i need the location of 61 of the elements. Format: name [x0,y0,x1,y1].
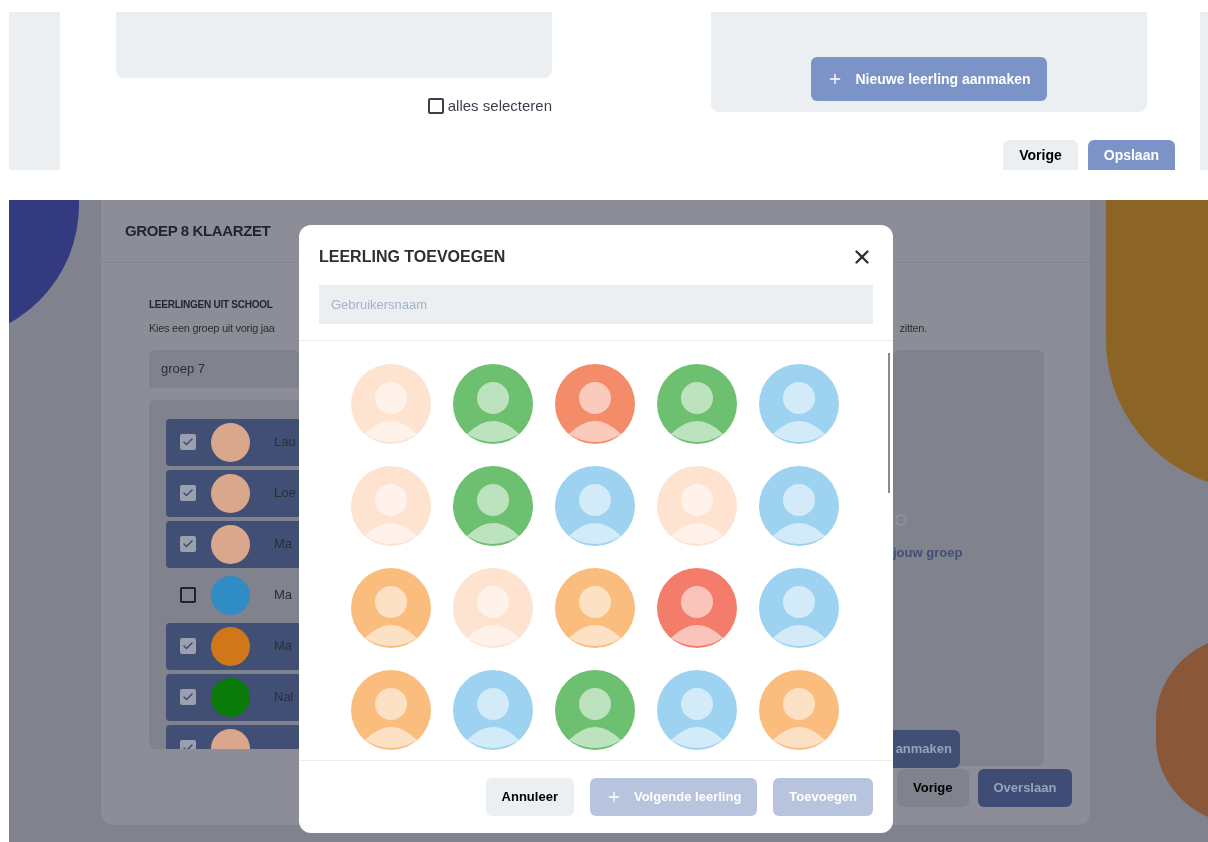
student-row[interactable]: Nal [166,673,300,721]
checkbox[interactable] [180,536,196,552]
student-name: Lau [274,433,296,452]
new-student-button[interactable]: Nieuwe leerling aanmaken [811,57,1047,101]
check-icon [182,487,194,499]
avatar-icon[interactable] [657,364,737,444]
student-row[interactable]: Ma [166,622,300,670]
create-button[interactable]: anmaken [893,729,960,768]
student-name: Loe [274,484,296,503]
checkbox[interactable] [180,689,196,705]
avatar-icon[interactable] [555,670,635,750]
check-icon [182,691,194,703]
student-name: Nal [274,688,294,707]
student-row[interactable]: Ma [166,571,300,619]
check-icon [182,538,194,550]
checkbox[interactable] [427,98,444,115]
nav-button[interactable]: Vorige [897,768,969,807]
avatar-icon[interactable] [657,466,737,546]
avatar-icon[interactable] [759,670,839,750]
student-row[interactable]: Lau [166,418,300,466]
student-name: Ma [274,586,293,605]
dialog-button[interactable]: Annuleer [485,778,574,816]
scrollbar[interactable] [888,353,890,493]
avatar-icon[interactable] [657,670,737,750]
avatar-icon[interactable] [555,466,635,546]
check-icon [182,640,194,652]
username-field[interactable]: Gebruikersnaam [319,285,873,324]
avatar-icon[interactable] [351,568,431,648]
avatar-icon[interactable] [555,364,635,444]
avatar-icon[interactable] [657,568,737,648]
group-select[interactable]: groep 7 [149,349,300,388]
empty-group-text: jouw groep [893,543,964,562]
select-all-label: alles selecteren [447,96,552,116]
avatar-icon[interactable] [453,568,533,648]
checkbox[interactable] [180,485,196,501]
checkbox[interactable] [180,638,196,654]
avatar-icon[interactable] [759,568,839,648]
nav-button[interactable]: Opslaan [1087,140,1175,170]
student-name: Ma [274,535,293,554]
nav-button[interactable]: Overslaan [977,768,1073,807]
avatar-icon[interactable] [453,364,533,444]
section-title: LEERLINGEN UIT SCHOOL [149,298,273,312]
instruction-text: Kies een groep uit vorig jaa [149,321,275,336]
student-name: Ma [274,637,293,656]
instruction-text: zitten. [899,321,927,336]
avatar-icon[interactable] [351,466,431,546]
nav-button[interactable]: Vorige [1003,140,1078,170]
student-row[interactable]: Ma [166,520,300,568]
student-row[interactable]: Loe [166,469,300,517]
avatar-icon[interactable] [555,568,635,648]
avatar-icon[interactable] [453,670,533,750]
page-title: GROEP 8 KLAARZET [125,220,271,241]
avatar-icon[interactable] [759,364,839,444]
checkbox[interactable] [180,434,196,450]
avatar-icon[interactable] [351,670,431,750]
avatar-icon[interactable] [351,364,431,444]
check-icon [182,436,194,448]
avatar-icon[interactable] [453,466,533,546]
checkbox[interactable] [180,587,196,603]
dialog-title: LEERLING TOEVOEGEN [319,247,506,267]
avatar-icon[interactable] [759,466,839,546]
